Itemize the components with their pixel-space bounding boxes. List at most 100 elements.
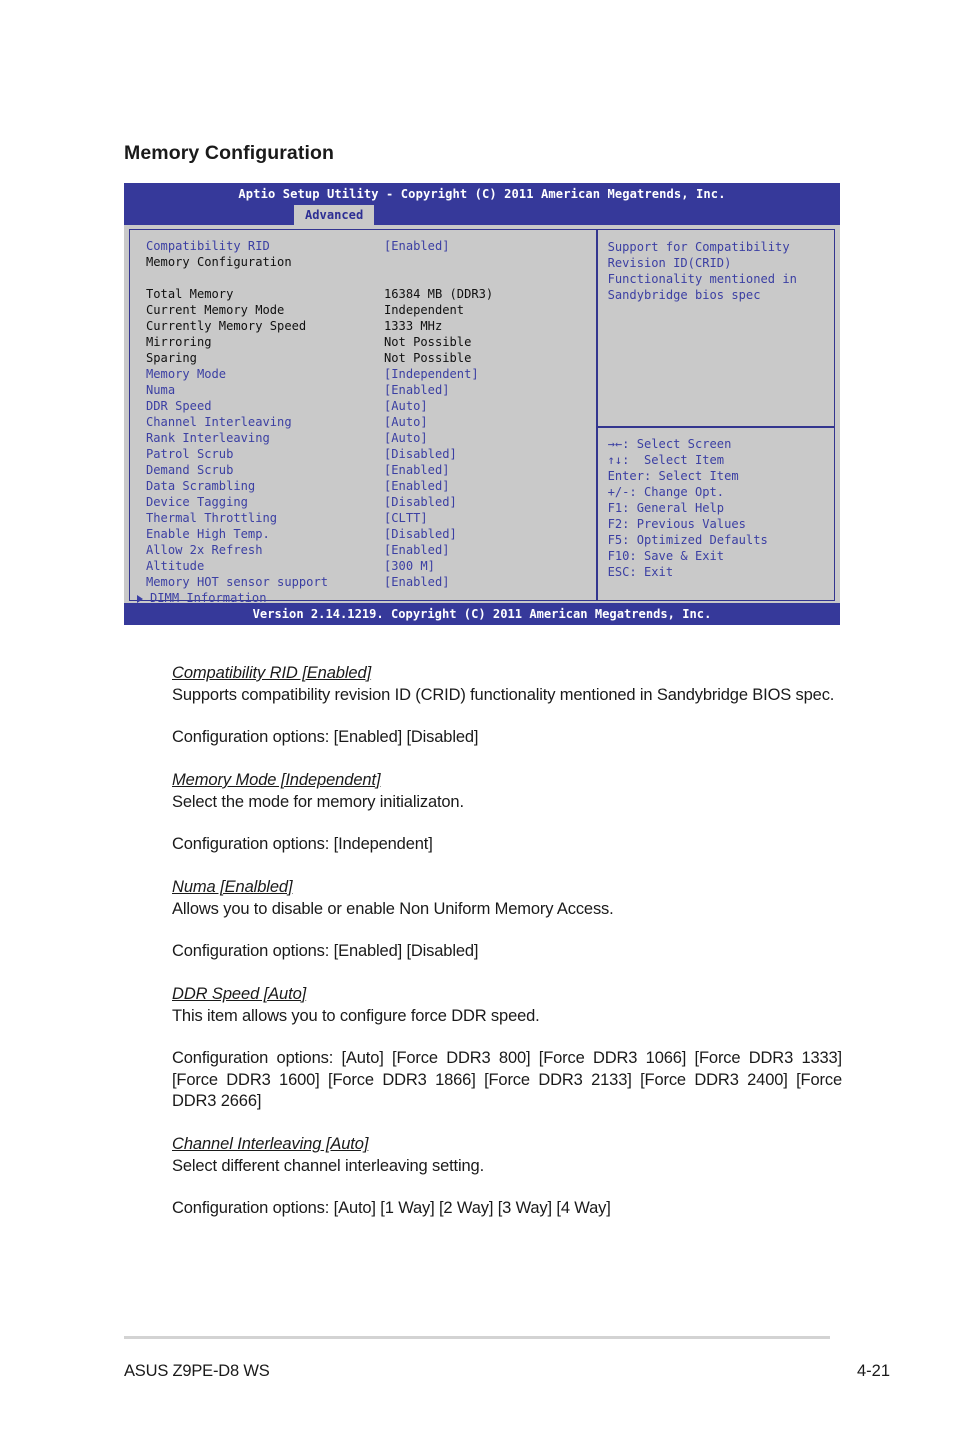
bios-setting-row[interactable]: Thermal Throttling [CLTT] bbox=[146, 511, 596, 527]
help-key-line: ↑↓: Select Item bbox=[607, 453, 725, 467]
bios-setting-value[interactable]: [Enabled] bbox=[384, 463, 450, 479]
bios-setting-row[interactable]: Current Memory Mode Independent bbox=[146, 303, 596, 319]
item-heading-numa: Numa [Enalbled] bbox=[172, 877, 293, 896]
bios-help-panel: Support for Compatibility Revision ID(CR… bbox=[597, 230, 834, 600]
bios-setting-row: Memory Configuration bbox=[146, 255, 596, 271]
bios-setting-row[interactable]: Allow 2x Refresh [Enabled] bbox=[146, 543, 596, 559]
bios-setting-row[interactable]: Altitude [300 M] bbox=[146, 559, 596, 575]
bios-setting-row[interactable]: Currently Memory Speed 1333 MHz bbox=[146, 319, 596, 335]
bios-setting-row[interactable]: Device Tagging [Disabled] bbox=[146, 495, 596, 511]
bios-setting-value[interactable]: [Disabled] bbox=[384, 447, 457, 463]
bios-setting-value[interactable]: [Enabled] bbox=[384, 543, 450, 559]
bios-setting-row[interactable]: Data Scrambling [Enabled] bbox=[146, 479, 596, 495]
bios-setting-value[interactable]: [300 M] bbox=[384, 559, 435, 575]
bios-setting-value[interactable]: [Enabled] bbox=[384, 383, 450, 399]
bios-screenshot: Aptio Setup Utility - Copyright (C) 2011… bbox=[124, 183, 840, 625]
footer-divider bbox=[124, 1336, 830, 1339]
bios-setting-row[interactable]: Demand Scrub [Enabled] bbox=[146, 463, 596, 479]
item-description-compatibility-rid: Supports compatibility revision ID (CRID… bbox=[172, 686, 835, 704]
item-description-memory-mode: Select the mode for memory initializaton… bbox=[172, 792, 464, 811]
help-key-line: F10: Save & Exit bbox=[607, 549, 725, 563]
bios-setting-row[interactable]: Channel Interleaving [Auto] bbox=[146, 415, 596, 431]
help-key-line: F1: General Help bbox=[607, 501, 725, 515]
bios-setting-label: Sparing bbox=[146, 351, 197, 365]
bios-setting-row[interactable]: Numa [Enabled] bbox=[146, 383, 596, 399]
bios-setting-label: Thermal Throttling bbox=[146, 511, 278, 525]
bios-setting-row[interactable]: DDR Speed [Auto] bbox=[146, 399, 596, 415]
bios-setting-value[interactable]: 16384 MB (DDR3) bbox=[384, 287, 493, 303]
bios-setting-value[interactable]: Not Possible bbox=[384, 351, 471, 367]
help-description: Support for Compatibility Revision ID(CR… bbox=[607, 240, 797, 303]
bios-setting-value[interactable]: [Auto] bbox=[384, 431, 428, 447]
triangle-right-icon bbox=[137, 595, 143, 603]
bios-setting-label: Current Memory Mode bbox=[146, 303, 285, 317]
item-description-channel-interleaving: Select different channel interleaving se… bbox=[172, 1157, 484, 1176]
help-key-legend: →←: Select Screen ↑↓: Select Item Enter: S… bbox=[608, 436, 768, 580]
tab-advanced[interactable]: Advanced bbox=[294, 205, 375, 225]
item-heading-ddr-speed: DDR Speed [Auto] bbox=[172, 984, 307, 1003]
bios-setting-label: Altitude bbox=[146, 559, 205, 573]
item-heading-channel-interleaving: Channel Interleaving [Auto] bbox=[172, 1135, 369, 1154]
bios-submenu-label: DIMM Information bbox=[150, 591, 267, 606]
item-description-numa: Allows you to disable or enable Non Unif… bbox=[172, 899, 614, 918]
help-key-line: ESC: Exit bbox=[607, 565, 674, 579]
footer-page-number: 4-21 bbox=[856, 1362, 890, 1380]
bios-setting-row[interactable]: Patrol Scrub [Disabled] bbox=[146, 447, 596, 463]
bios-setting-label: Memory HOT sensor support bbox=[146, 575, 329, 589]
item-options-numa: Configuration options: [Enabled] [Disabl… bbox=[172, 941, 479, 960]
bios-setting-row[interactable]: Compatibility RID [Enabled] bbox=[146, 239, 596, 255]
bios-setting-row[interactable]: Memory HOT sensor support [Enabled] bbox=[146, 575, 596, 591]
help-key-line: F2: Previous Values bbox=[607, 517, 746, 531]
bios-setting-value[interactable]: [CLTT] bbox=[384, 511, 428, 527]
bios-setting-value[interactable]: [Enabled] bbox=[384, 479, 450, 495]
bios-setting-value[interactable]: [Independent] bbox=[384, 367, 479, 383]
bios-setting-value[interactable]: Not Possible bbox=[384, 335, 471, 351]
bios-setting-label: Compatibility RID bbox=[146, 239, 270, 253]
bios-setting-row[interactable]: Enable High Temp. [Disabled] bbox=[146, 527, 596, 543]
item-options-ddr-speed: Configuration options: [Auto] [Force DDR… bbox=[172, 1048, 842, 1111]
help-key-line: +/-: Change Opt. bbox=[607, 485, 725, 499]
footer-product-name: ASUS Z9PE-D8 WS bbox=[124, 1362, 270, 1380]
bios-setting-label: Rank Interleaving bbox=[146, 431, 270, 445]
bios-setting-label: Memory Mode bbox=[146, 367, 227, 381]
bios-setting-value[interactable]: Independent bbox=[384, 303, 464, 319]
bios-setting-label: Channel Interleaving bbox=[146, 415, 292, 429]
item-options-memory-mode: Configuration options: [Independent] bbox=[172, 834, 433, 853]
bios-tabbar: Advanced bbox=[124, 205, 840, 225]
item-description-ddr-speed: This item allows you to configure force … bbox=[172, 1006, 540, 1025]
bios-setting-label: Mirroring bbox=[146, 335, 212, 349]
item-options-channel-interleaving: Configuration options: [Auto] [1 Way] [2… bbox=[172, 1199, 611, 1218]
body-text: Compatibility RID [Enabled] Supports com… bbox=[172, 664, 842, 1220]
item-options-compatibility-rid: Configuration options: [Enabled] [Disabl… bbox=[172, 727, 479, 746]
bios-setting-label: Total Memory bbox=[146, 287, 234, 301]
bios-setting-label: Data Scrambling bbox=[146, 479, 256, 493]
bios-setting-value[interactable]: [Enabled] bbox=[384, 239, 450, 255]
bios-setting-label: Device Tagging bbox=[146, 495, 248, 509]
bios-setting-row[interactable]: Mirroring Not Possible bbox=[146, 335, 596, 351]
bios-setting-row[interactable]: Memory Mode [Independent] bbox=[146, 367, 596, 383]
bios-setting-row[interactable]: Sparing Not Possible bbox=[146, 351, 596, 367]
bios-setting-label: Patrol Scrub bbox=[146, 447, 234, 461]
bios-setting-value[interactable]: [Disabled] bbox=[384, 495, 457, 511]
bios-row-spacer bbox=[146, 271, 596, 287]
help-separator bbox=[597, 426, 834, 428]
bios-setting-row[interactable]: Total Memory 16384 MB (DDR3) bbox=[146, 287, 596, 303]
bios-setting-value[interactable]: [Auto] bbox=[384, 399, 428, 415]
bios-setting-label: Numa bbox=[146, 383, 176, 397]
bios-setting-value[interactable]: 1333 MHz bbox=[384, 319, 442, 335]
bios-setting-label: Demand Scrub bbox=[146, 463, 234, 477]
bios-body: Compatibility RID [Enabled] Memory Configu… bbox=[124, 225, 840, 605]
bios-setting-row[interactable]: Rank Interleaving [Auto] bbox=[146, 431, 596, 447]
bios-submenu-dimm-information[interactable]: DIMM Information bbox=[137, 591, 596, 607]
page-title: Memory Configuration bbox=[124, 142, 334, 164]
bios-setting-value[interactable]: [Auto] bbox=[384, 415, 428, 431]
bios-content-frame: Compatibility RID [Enabled] Memory Configu… bbox=[129, 229, 835, 605]
help-key-line: →←: Select Screen bbox=[607, 437, 732, 451]
help-key-line: Enter: Select Item bbox=[607, 469, 739, 483]
bios-setting-value[interactable]: [Enabled] bbox=[384, 575, 450, 591]
bios-setting-label: Allow 2x Refresh bbox=[146, 543, 263, 557]
help-key-line: F5: Optimized Defaults bbox=[607, 533, 768, 547]
bios-setting-label: Memory Configuration bbox=[146, 255, 292, 269]
bios-titlebar: Aptio Setup Utility - Copyright (C) 2011… bbox=[124, 183, 840, 205]
bios-setting-value[interactable]: [Disabled] bbox=[384, 527, 457, 543]
